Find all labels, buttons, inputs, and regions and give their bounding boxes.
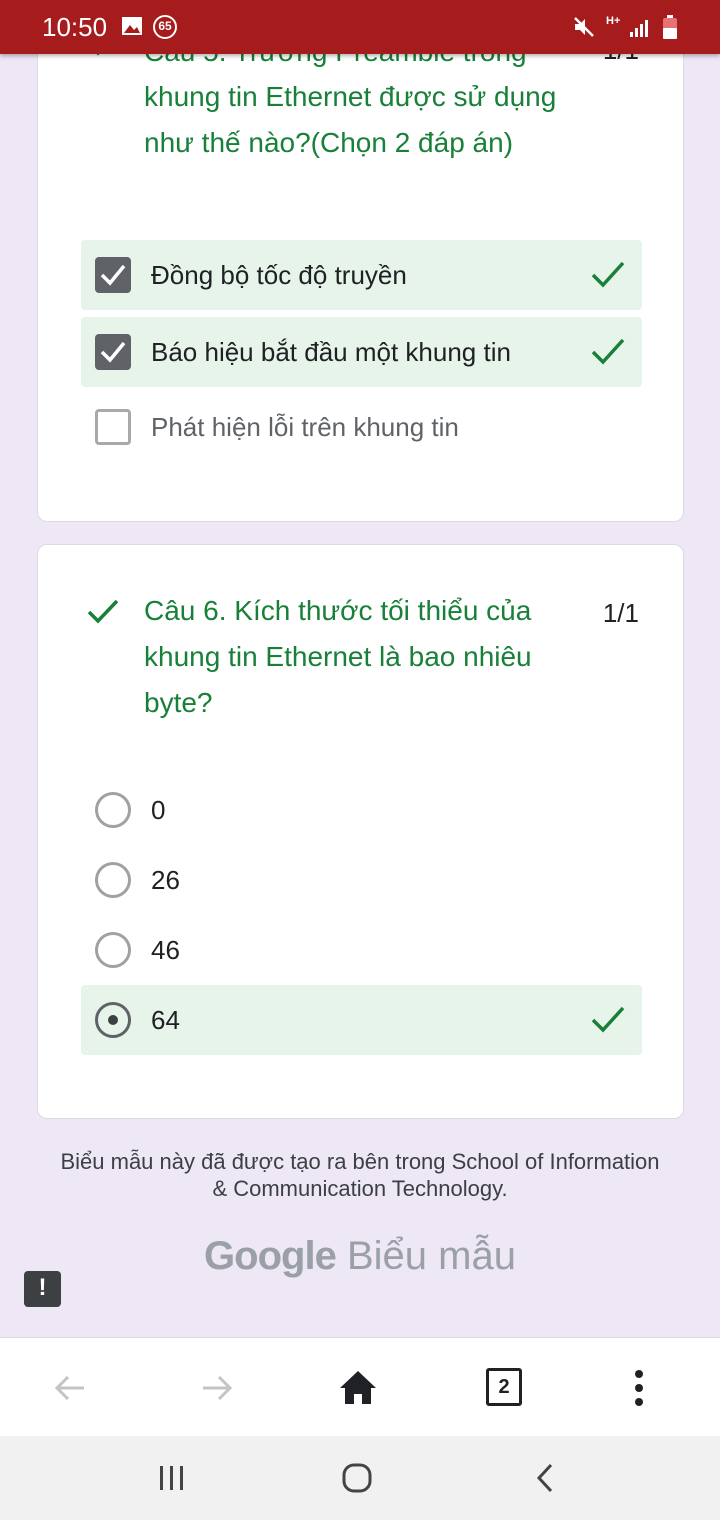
- status-bar: 10:50 65 H+: [0, 0, 720, 54]
- option-label: Báo hiệu bắt đầu một khung tin: [151, 336, 511, 367]
- question-card-6: Câu 6. Kích thước tối thiểu của khung ti…: [37, 544, 684, 1119]
- radio-selected[interactable]: [95, 1002, 131, 1038]
- gallery-icon: [122, 17, 142, 35]
- question-card-5: Câu 5. Trường Preamble trong 1/1 khung t…: [37, 0, 684, 522]
- back-arrow-icon[interactable]: [46, 1364, 94, 1412]
- network-hplus-icon: H+: [606, 15, 621, 27]
- option-label: 64: [151, 1004, 180, 1035]
- home-icon[interactable]: [334, 1364, 382, 1412]
- radio-unselected[interactable]: [95, 792, 131, 828]
- correct-tick-icon: [591, 1006, 625, 1033]
- checkbox-unchecked[interactable]: [95, 409, 131, 445]
- checkbox-checked[interactable]: [95, 334, 131, 370]
- page-viewport: Câu 5. Trường Preamble trong 1/1 khung t…: [0, 0, 720, 1337]
- checkmark-icon: [100, 264, 126, 286]
- option-radio-1[interactable]: 0: [81, 775, 642, 845]
- option-label: Đồng bộ tốc độ truyền: [151, 259, 407, 290]
- radio-unselected[interactable]: [95, 862, 131, 898]
- system-nav-bar: [0, 1436, 720, 1520]
- more-menu-icon[interactable]: [615, 1364, 663, 1412]
- option-label: 0: [151, 794, 166, 825]
- option-label: 46: [151, 934, 180, 965]
- correct-tick-icon: [591, 338, 625, 365]
- signal-icon: [630, 20, 648, 37]
- correct-tick-icon: [591, 261, 625, 288]
- option-checkbox-1[interactable]: Đồng bộ tốc độ truyền: [81, 240, 642, 310]
- radio-unselected[interactable]: [95, 932, 131, 968]
- google-logo: Google: [204, 1234, 337, 1278]
- option-radio-2[interactable]: 26: [81, 845, 642, 915]
- question-title: Câu 6. Kích thước tối thiểu của khung ti…: [144, 595, 532, 718]
- home-nav-icon[interactable]: [337, 1458, 377, 1498]
- status-time: 10:50: [42, 12, 108, 42]
- mute-icon: [574, 17, 594, 37]
- forward-arrow-icon[interactable]: [193, 1364, 241, 1412]
- option-radio-3[interactable]: 46: [81, 915, 642, 985]
- question-score: 1/1: [602, 598, 639, 628]
- report-abuse-button[interactable]: !: [24, 1271, 61, 1307]
- correct-check-icon: [87, 599, 119, 624]
- option-radio-4[interactable]: 64: [81, 985, 642, 1055]
- option-checkbox-3[interactable]: Phát hiện lỗi trên khung tin: [81, 392, 642, 462]
- back-nav-icon[interactable]: [526, 1458, 566, 1498]
- checkbox-checked[interactable]: [95, 257, 131, 293]
- question-title: khung tin Ethernet được sử dụng như thế …: [144, 81, 557, 158]
- forms-product-name: Biểu mẫu: [346, 1234, 516, 1278]
- option-label: Phát hiện lỗi trên khung tin: [151, 411, 459, 442]
- browser-toolbar: 2: [0, 1337, 720, 1436]
- tab-switcher-icon[interactable]: 2: [486, 1368, 522, 1406]
- battery-icon: [663, 15, 677, 39]
- option-label: 26: [151, 864, 180, 895]
- recents-icon[interactable]: [152, 1458, 192, 1498]
- form-footer-note: Biểu mẫu này đã được tạo ra bên trong Sc…: [60, 1149, 660, 1201]
- checkmark-icon: [100, 341, 126, 363]
- notification-count: 65: [158, 19, 172, 33]
- option-checkbox-2[interactable]: Báo hiệu bắt đầu một khung tin: [81, 317, 642, 387]
- google-forms-brand[interactable]: Google Biểu mẫu: [0, 1234, 720, 1279]
